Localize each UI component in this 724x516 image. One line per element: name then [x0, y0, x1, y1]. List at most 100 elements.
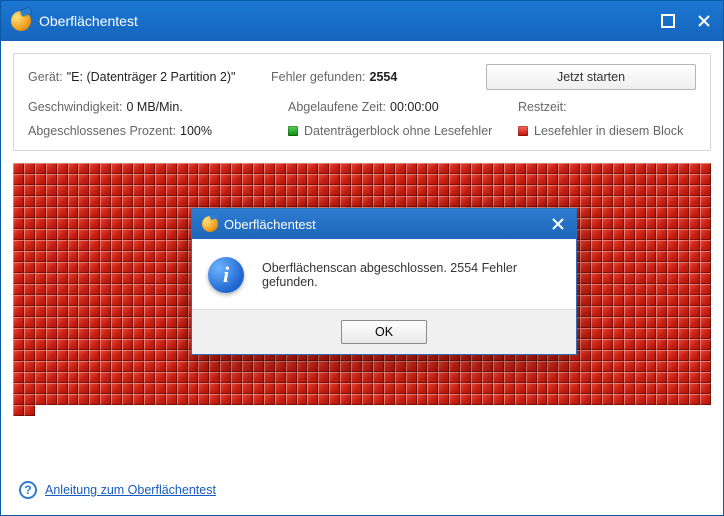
disk-block — [68, 339, 79, 350]
disk-block — [89, 361, 100, 372]
disk-block — [591, 361, 602, 372]
disk-block — [198, 383, 209, 394]
disk-block — [231, 394, 242, 405]
disk-block — [646, 306, 657, 317]
disk-block — [624, 174, 635, 185]
dialog-ok-button[interactable]: OK — [341, 320, 427, 344]
disk-block — [24, 218, 35, 229]
disk-block — [264, 185, 275, 196]
disk-block — [57, 295, 68, 306]
close-button[interactable] — [695, 12, 713, 30]
disk-block — [656, 174, 667, 185]
disk-block — [689, 350, 700, 361]
disk-block — [678, 174, 689, 185]
disk-block — [24, 229, 35, 240]
disk-block — [547, 185, 558, 196]
disk-block — [613, 185, 624, 196]
disk-block — [297, 185, 308, 196]
start-button[interactable]: Jetzt starten — [486, 64, 696, 90]
maximize-button[interactable] — [659, 12, 677, 30]
disk-block — [395, 361, 406, 372]
disk-block — [144, 383, 155, 394]
disk-block — [133, 394, 144, 405]
disk-block — [351, 196, 362, 207]
disk-block — [78, 394, 89, 405]
disk-block — [13, 218, 24, 229]
window-title: Oberflächentest — [39, 13, 659, 29]
disk-block — [89, 251, 100, 262]
disk-block — [253, 163, 264, 174]
disk-block — [46, 229, 57, 240]
disk-block — [482, 383, 493, 394]
disk-block — [111, 196, 122, 207]
disk-block — [307, 383, 318, 394]
disk-block — [547, 394, 558, 405]
disk-block — [133, 229, 144, 240]
disk-block — [46, 240, 57, 251]
disk-block — [537, 394, 548, 405]
disk-block — [678, 405, 689, 416]
disk-block — [460, 372, 471, 383]
disk-block — [602, 273, 613, 284]
disk-block — [133, 240, 144, 251]
disk-block — [275, 405, 286, 416]
disk-block — [700, 163, 711, 174]
disk-block — [602, 163, 613, 174]
disk-block — [122, 273, 133, 284]
disk-block — [384, 383, 395, 394]
dialog-close-button[interactable] — [548, 214, 568, 234]
disk-block — [624, 229, 635, 240]
disk-block — [646, 339, 657, 350]
disk-block — [678, 306, 689, 317]
disk-block — [275, 174, 286, 185]
disk-block — [307, 196, 318, 207]
disk-block — [111, 328, 122, 339]
disk-block — [700, 174, 711, 185]
disk-block — [111, 306, 122, 317]
disk-block — [602, 207, 613, 218]
disk-block — [700, 273, 711, 284]
disk-block — [373, 372, 384, 383]
disk-block — [602, 405, 613, 416]
disk-block — [656, 284, 667, 295]
disk-block — [580, 273, 591, 284]
disk-block — [275, 196, 286, 207]
disk-block — [537, 361, 548, 372]
disk-block — [656, 240, 667, 251]
disk-block — [155, 174, 166, 185]
disk-block — [68, 251, 79, 262]
disk-block — [329, 196, 340, 207]
disk-block — [351, 163, 362, 174]
disk-block — [111, 405, 122, 416]
disk-block — [700, 361, 711, 372]
disk-block — [13, 196, 24, 207]
disk-block — [100, 240, 111, 251]
disk-block — [220, 372, 231, 383]
disk-block — [122, 405, 133, 416]
disk-block — [144, 174, 155, 185]
disk-block — [78, 229, 89, 240]
disk-block — [144, 284, 155, 295]
disk-block — [78, 317, 89, 328]
disk-block — [166, 306, 177, 317]
disk-block — [100, 339, 111, 350]
disk-block — [417, 196, 428, 207]
disk-block — [635, 383, 646, 394]
disk-block — [667, 262, 678, 273]
disk-block — [253, 196, 264, 207]
disk-block — [177, 262, 188, 273]
disk-block — [667, 196, 678, 207]
disk-block — [569, 383, 580, 394]
disk-block — [417, 185, 428, 196]
disk-block — [144, 306, 155, 317]
disk-block — [275, 185, 286, 196]
disk-block — [46, 295, 57, 306]
disk-block — [667, 394, 678, 405]
disk-block — [198, 163, 209, 174]
disk-block — [460, 163, 471, 174]
disk-block — [68, 229, 79, 240]
help-link[interactable]: Anleitung zum Oberflächentest — [45, 483, 216, 497]
disk-block — [89, 383, 100, 394]
disk-block — [580, 405, 591, 416]
disk-block — [329, 383, 340, 394]
